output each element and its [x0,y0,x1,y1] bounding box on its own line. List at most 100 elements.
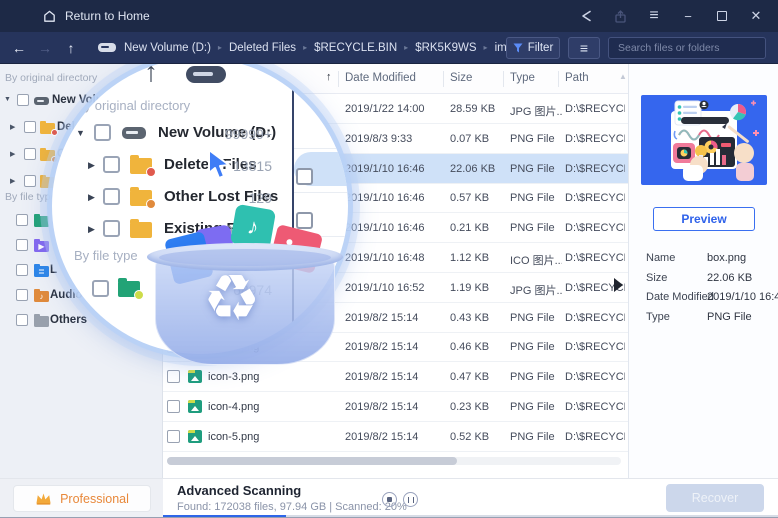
file-name: icon-4.png [208,401,260,413]
detail-value: 2019/1/10 16:46 [707,291,778,304]
breadcrumb-item[interactable]: $RK5K9WS [415,42,476,54]
tree-caret-icon[interactable]: ▶ [10,150,15,158]
magnified-checkbox[interactable] [296,168,313,185]
tree-caret-icon[interactable]: ▶ [10,177,15,185]
tree-caret-icon[interactable]: ▶ [88,192,95,203]
checkbox[interactable] [24,121,36,133]
magnifier-section-filetype: By file type [74,248,138,263]
checkbox[interactable] [92,280,109,297]
file-path: D:\$RECYCLE. [565,132,625,145]
documents-folder-icon: ≣ [34,264,49,277]
recover-button[interactable]: Recover [666,484,764,512]
magnified-forward-icon: → [102,64,122,86]
checkbox[interactable] [16,214,28,226]
file-path: D:\$RECYCLE.B [565,401,625,413]
file-type: PNG File [510,371,555,384]
file-date-modified: 2019/8/2 15:14 [345,430,419,443]
magnifier-section-directory: By original directory [76,98,191,113]
detail-label: Name [646,252,676,264]
column-size[interactable]: Size [450,72,472,84]
file-path: D:\$RECYCLE.B [565,311,625,324]
file-size: 0.21 KB [450,222,490,235]
forward-button[interactable]: → [32,40,58,56]
breadcrumb-separator-icon: ▸ [404,43,409,52]
professional-button[interactable]: Professional [13,485,151,512]
view-menu-button[interactable]: ≡ [568,37,600,59]
folder-lost-icon [130,187,156,209]
column-date-modified[interactable]: Date Modified [345,72,416,84]
recycle-icon: ♻ [203,262,261,334]
drive-icon [122,127,146,139]
column-type[interactable]: Type [510,72,535,84]
file-date-modified: 2019/8/2 15:14 [345,371,419,384]
preview-button[interactable]: Preview [653,207,755,231]
sort-ascending-icon[interactable]: ↑ [326,71,332,83]
tree-caret-icon[interactable]: ▼ [4,96,11,103]
file-date-modified: 2019/1/10 16:52 [345,281,425,294]
checkbox[interactable] [167,429,180,443]
maximize-icon [717,11,727,21]
file-path: D:\$RECYCLE.B [565,162,625,175]
checkbox[interactable] [103,156,120,173]
detail-label: Date Modified [646,291,714,304]
scroll-up-icon[interactable]: ▲ [619,72,627,81]
up-button[interactable]: ↑ [58,40,84,56]
stop-scan-button[interactable] [382,492,397,507]
share-icon[interactable] [574,4,598,28]
checkbox[interactable] [24,175,36,187]
table-row[interactable]: icon-5.png 2019/8/2 15:14 0.52 KB PNG File D… [163,422,628,452]
minimize-button[interactable]: − [676,4,700,28]
search-input[interactable] [609,42,757,54]
table-row[interactable]: icon-4.png 2019/8/2 15:14 0.23 KB PNG File D… [163,392,628,422]
checkbox[interactable] [16,239,28,251]
checkbox[interactable] [103,220,120,237]
checkbox[interactable] [24,148,36,160]
png-file-icon [188,429,202,443]
horizontal-scrollbar[interactable] [167,457,621,465]
tree-caret-icon[interactable]: ▼ [76,128,85,138]
checkbox[interactable] [16,264,28,276]
maximize-button[interactable] [710,4,734,28]
export-icon[interactable] [608,4,632,28]
file-date-modified: 2019/1/10 16:48 [345,252,425,264]
preview-illustration [671,100,759,181]
filter-label: Filter [527,42,554,54]
tree-caret-icon[interactable]: ▶ [88,160,95,171]
menu-icon[interactable]: ≡ [642,4,666,28]
pause-scan-button[interactable] [403,492,418,507]
panel-expander-icon[interactable] [614,278,623,292]
checkbox[interactable] [167,400,180,413]
filter-button[interactable]: Filter [506,37,560,59]
column-path[interactable]: Path [565,72,589,84]
tree-item-count: 99999+ [224,126,272,142]
back-button[interactable]: ← [6,40,32,56]
checkbox[interactable] [17,94,29,106]
file-size: 1.12 KB [450,252,490,264]
return-home-button[interactable]: Return to Home [42,9,150,24]
detail-label: Type [646,311,670,324]
file-type: PNG File [510,401,555,413]
breadcrumb-item[interactable]: New Volume (D:) [124,42,211,54]
magnified-drive-icon [186,66,226,83]
file-size: 22.06 KB [450,162,496,175]
magnifier-tree-item[interactable]: ▼ New Volume (D:) 99999+ [52,118,348,148]
file-size: 0.23 KB [450,401,490,413]
checkbox[interactable] [103,188,120,205]
checkbox[interactable] [16,289,28,301]
sidebar-item-label: Others [50,314,88,326]
checkbox[interactable] [94,124,111,141]
tree-caret-icon[interactable]: ▶ [88,224,95,235]
breadcrumb-separator-icon: ▸ [217,43,222,52]
file-type: PNG File [510,430,555,443]
breadcrumb-item[interactable]: $RECYCLE.BIN [314,42,397,54]
tree-caret-icon[interactable]: ▶ [10,123,15,131]
breadcrumb-item[interactable]: Deleted Files [229,42,296,54]
recycle-bin-illustration: W ♪ ♻ [145,203,343,375]
file-date-modified: 2019/1/10 16:46 [345,162,425,175]
close-button[interactable]: ✕ [744,4,768,28]
pictures-folder-icon [118,278,144,300]
toolbar: ← → ↑ New Volume (D:) ▸ Deleted Files ▸ $REC… [0,32,778,64]
scrollbar-thumb[interactable] [167,457,457,465]
detail-label: Size [646,271,668,284]
checkbox[interactable] [16,314,28,326]
